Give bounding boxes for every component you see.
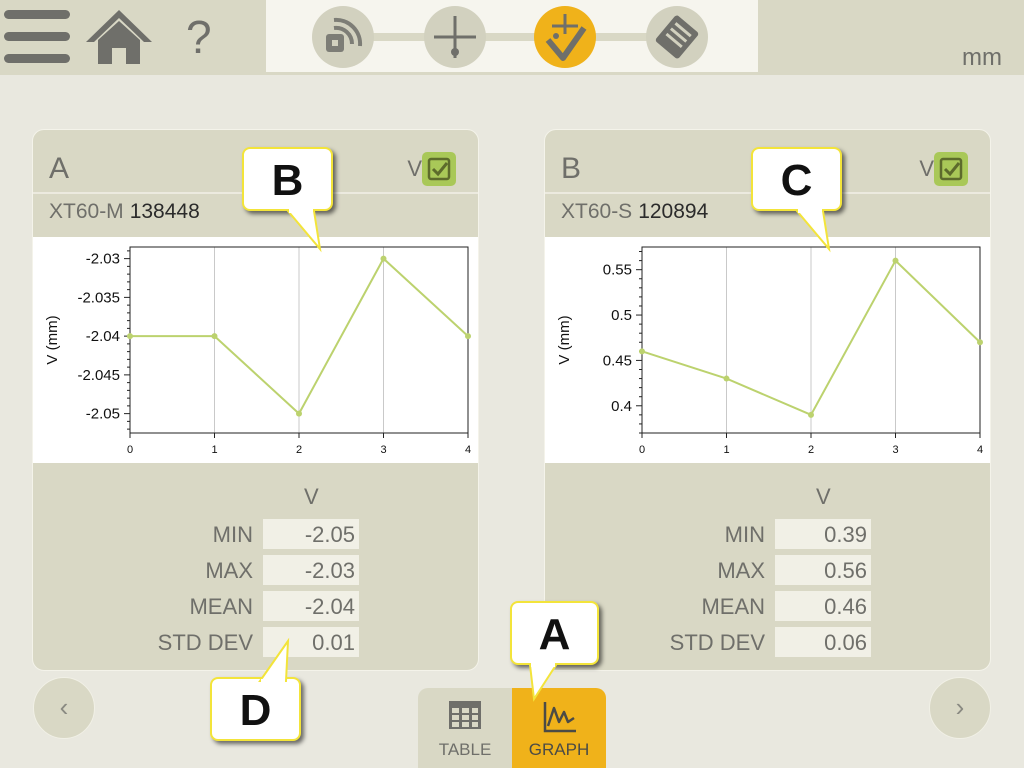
v-chart: -2.03 -2.035 -2.04 -2.045 -2.05 0 1 2 3 4 V (mm)	[33, 237, 478, 463]
step-wireless-sensor[interactable]	[312, 6, 374, 68]
next-button[interactable]: ›	[929, 677, 991, 739]
previous-button[interactable]: ‹	[33, 677, 95, 739]
y-tick-label: -2.03	[86, 251, 120, 268]
stat-label-min: MIN	[212, 522, 253, 547]
callout-label: A	[538, 610, 571, 659]
checkmark-icon	[427, 157, 451, 181]
tab-table-label: TABLE	[438, 740, 492, 759]
callout-b: B	[242, 147, 333, 253]
callout-pointer	[528, 663, 558, 702]
v-checkbox[interactable]	[422, 152, 456, 186]
callout-c: C	[751, 147, 842, 253]
y-tick-label: -2.05	[86, 406, 120, 423]
stats-title: V	[816, 484, 831, 509]
v-checkbox[interactable]	[934, 152, 968, 186]
sensor-id: 120894	[638, 200, 709, 223]
callout-pointer	[794, 209, 831, 253]
wireless-sensor-icon	[326, 17, 363, 52]
y-tick-label: 0.4	[611, 398, 632, 415]
y-tick-label: -2.035	[77, 289, 120, 306]
step-measure[interactable]	[534, 6, 596, 68]
x-tick-label: 2	[808, 444, 814, 456]
data-point	[465, 333, 471, 340]
y-axis-label: V (mm)	[44, 315, 61, 364]
data-point	[380, 255, 387, 262]
y-axis-label: V (mm)	[556, 315, 573, 364]
data-point	[211, 333, 218, 340]
save-file-icon	[655, 15, 699, 59]
stat-value-mean: -2.04	[263, 591, 359, 621]
callout-a: A	[510, 601, 599, 702]
stats-title: V	[304, 484, 319, 509]
stat-label-std-dev: STD DEV	[157, 630, 253, 655]
stat-label-max: MAX	[717, 558, 765, 583]
sensor-model: XT60-M	[49, 200, 124, 223]
hamburger-menu-icon[interactable]	[2, 8, 72, 71]
data-point	[808, 411, 814, 418]
card-letter: A	[49, 152, 70, 185]
callout-pointer	[258, 637, 290, 683]
data-point	[639, 348, 645, 355]
x-tick-label: 3	[380, 444, 386, 456]
stat-value-max: -2.03	[263, 555, 359, 585]
stat-value-mean: 0.46	[775, 591, 871, 621]
data-point	[296, 410, 302, 417]
callout-pointer	[285, 209, 322, 253]
stat-value-std-dev: 0.06	[775, 627, 871, 657]
stat-value-min: -2.05	[263, 519, 359, 549]
step-save[interactable]	[646, 6, 708, 68]
x-tick-label: 0	[127, 444, 133, 456]
data-point	[127, 333, 133, 340]
x-tick-label: 3	[892, 444, 898, 456]
top-bar: ? mm	[0, 0, 1024, 75]
step-crosshair[interactable]	[424, 6, 486, 68]
stat-label-min: MIN	[724, 522, 765, 547]
checkbox-label: V	[919, 156, 934, 181]
tab-table[interactable]: TABLE	[418, 688, 512, 768]
data-point	[977, 339, 983, 346]
y-tick-label: 0.45	[603, 352, 632, 369]
data-point	[723, 375, 730, 382]
stat-value-max: 0.56	[775, 555, 871, 585]
x-tick-label: 1	[211, 444, 217, 456]
data-point	[892, 257, 899, 264]
crosshair-icon	[434, 16, 476, 58]
table-icon	[449, 701, 481, 729]
callout-d: D	[210, 637, 301, 741]
v-line-chart: 0.55 0.5 0.45 0.4 0 1 2 3 4 V (mm)	[556, 246, 983, 456]
callout-label: D	[239, 686, 272, 735]
checkbox-label: V	[407, 156, 422, 181]
x-tick-label: 1	[723, 444, 729, 456]
x-tick-label: 4	[465, 444, 471, 456]
unit-label: mm	[962, 44, 1002, 71]
v-chart: 0.55 0.5 0.45 0.4 0 1 2 3 4 V (mm)	[545, 237, 990, 463]
x-tick-label: 4	[977, 444, 983, 456]
sensor-info: XT60-S 120894	[561, 200, 708, 224]
measure-icon	[545, 14, 587, 61]
x-tick-label: 2	[296, 444, 302, 456]
sensor-info: XT60-M 138448	[49, 200, 200, 224]
stat-label-mean: MEAN	[189, 594, 253, 619]
sensor-id: 138448	[129, 200, 200, 223]
home-icon[interactable]	[84, 6, 154, 71]
y-tick-label: -2.045	[77, 367, 120, 384]
help-icon[interactable]: ?	[186, 10, 212, 64]
stat-value-min: 0.39	[775, 519, 871, 549]
card-letter: B	[561, 152, 582, 185]
graph-icon	[543, 702, 576, 733]
view-tabs: TABLE GRAPH	[418, 688, 606, 768]
stat-label-max: MAX	[205, 558, 253, 583]
y-tick-label: 0.55	[603, 262, 632, 279]
y-tick-label: 0.5	[611, 307, 632, 324]
v-line-chart: -2.03 -2.035 -2.04 -2.045 -2.05 0 1 2 3 4 V (mm)	[44, 246, 471, 456]
callout-label: C	[780, 156, 813, 205]
callout-label: B	[271, 156, 304, 205]
checkmark-icon	[939, 157, 963, 181]
y-tick-label: -2.04	[86, 328, 120, 345]
sensor-model: XT60-S	[561, 200, 633, 223]
x-tick-label: 0	[639, 444, 645, 456]
tab-graph-label: GRAPH	[528, 740, 590, 759]
